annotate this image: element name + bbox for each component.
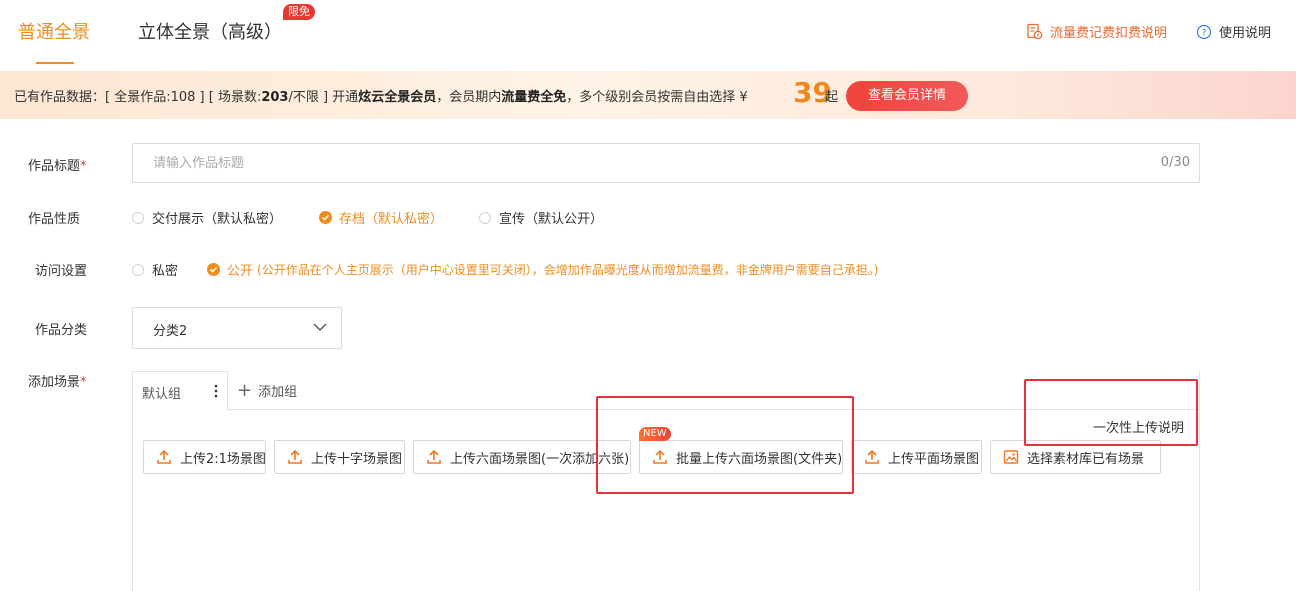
upload-icon: [288, 449, 302, 464]
radio-unchecked-icon: [132, 211, 144, 224]
upload-button-label: 上传六面场景图(一次添加六张): [450, 451, 630, 467]
title-label-text: 作品标题: [28, 159, 81, 174]
nature-option-label: 存档（默认私密）: [339, 212, 444, 227]
banner-free-fee: 流量费全免: [501, 90, 567, 105]
image-icon: [1003, 450, 1019, 464]
select-library-scene-button[interactable]: 选择素材库已有场景: [990, 440, 1161, 474]
upload-icon: [427, 449, 441, 464]
radio-unchecked-icon: [132, 263, 144, 276]
batch-upload-six-face-button[interactable]: 批量上传六面场景图(文件夹): [639, 440, 843, 474]
nature-option-label: 宣传（默认公开）: [499, 212, 604, 227]
access-private-label: 私密: [152, 264, 179, 279]
upload-flat-button[interactable]: 上传平面场景图: [851, 440, 982, 474]
banner-text: 已有作品数据：[ 全景作品:108 ] [ 场景数:203/不限 ] 开通炫云全…: [14, 86, 748, 105]
once-upload-help-link[interactable]: 一次性上传说明: [1093, 417, 1184, 436]
upload-icon: [653, 449, 667, 464]
active-tab-underline: [36, 62, 74, 64]
upload-button-label: 上传2:1场景图: [180, 451, 266, 467]
upload-icon: [865, 449, 879, 464]
top-tabs: 普通全景 立体全景（高级） 限免 ¥ 流量费记费扣费说明 ? 使用说明: [0, 0, 1296, 64]
upload-six-face-button[interactable]: 上传六面场景图(一次添加六张): [413, 440, 631, 474]
banner-mid: ，会员期内: [436, 90, 502, 105]
nature-option-label: 交付展示（默认私密）: [152, 212, 283, 227]
free-badge: 限免: [283, 4, 315, 20]
banner-prefix: 已有作品数据：[ 全景作品:108 ] [ 场景数:: [14, 90, 262, 105]
required-mark: *: [80, 159, 87, 174]
access-label: 访问设置: [35, 264, 88, 279]
tab-normal-panorama[interactable]: 普通全景: [18, 18, 90, 44]
access-public-label: 公开: [227, 264, 254, 279]
upload-2to1-button[interactable]: 上传2:1场景图: [143, 440, 266, 474]
banner-limit: /不限 ] 开通: [288, 90, 359, 105]
category-selected-value: 分类2: [153, 324, 188, 339]
add-group-button[interactable]: + 添加组: [237, 381, 297, 400]
upload-button-label: 上传平面场景图: [888, 451, 980, 467]
svg-text:¥: ¥: [1036, 33, 1039, 39]
svg-text:?: ?: [1202, 28, 1207, 38]
fee-explanation-link[interactable]: ¥ 流量费记费扣费说明: [1026, 22, 1167, 41]
help-link[interactable]: ? 使用说明: [1196, 22, 1271, 41]
title-label: 作品标题*: [28, 155, 87, 174]
access-public-note: (公开作品在个人主页展示（用户中心设置里可关闭），会增加作品曝光度从而增加流量费…: [257, 263, 879, 277]
scene-label: 添加场景*: [28, 371, 87, 390]
category-label: 作品分类: [35, 323, 88, 338]
default-group-label: 默认组: [142, 387, 182, 402]
title-char-count: 0/30: [1160, 155, 1190, 170]
scene-panel-divider: [228, 409, 1200, 410]
title-input[interactable]: [133, 144, 1133, 182]
tab-stereo-panorama[interactable]: 立体全景（高级）: [138, 18, 282, 44]
access-option-private[interactable]: 私密: [132, 260, 178, 279]
title-input-box: 0/30: [132, 143, 1200, 183]
banner-price-suffix: 起: [825, 90, 839, 105]
banner-member: 炫云全景会员: [358, 90, 437, 105]
view-membership-button[interactable]: 查看会员详情: [846, 81, 968, 111]
nature-option-delivery[interactable]: 交付展示（默认私密）: [132, 208, 282, 227]
access-option-public[interactable]: 公开 (公开作品在个人主页展示（用户中心设置里可关闭），会增加作品曝光度从而增加…: [207, 260, 878, 279]
more-vertical-icon[interactable]: [213, 384, 219, 398]
banner-scene-count: 203: [261, 90, 289, 105]
upload-button-label: 批量上传六面场景图(文件夹): [676, 451, 843, 467]
plus-icon: +: [237, 379, 253, 401]
upload-button-label: 上传十字场景图: [311, 451, 403, 467]
scene-panel: [132, 371, 1200, 591]
chevron-down-icon: [313, 323, 327, 331]
fee-doc-icon: ¥: [1027, 23, 1043, 40]
banner-tail: ，多个级别会员按需自由选择 ¥: [566, 90, 748, 105]
add-group-label: 添加组: [258, 385, 298, 400]
required-mark: *: [80, 375, 87, 390]
new-badge: NEW: [639, 427, 671, 441]
upload-icon: [157, 449, 171, 464]
scene-label-text: 添加场景: [28, 375, 81, 390]
nature-option-archive[interactable]: 存档（默认私密）: [319, 208, 443, 227]
help-link-label: 使用说明: [1219, 26, 1272, 41]
upload-cross-button[interactable]: 上传十字场景图: [274, 440, 405, 474]
radio-checked-icon: [207, 263, 220, 276]
default-group-tab[interactable]: 默认组: [132, 371, 228, 410]
fee-link-label: 流量费记费扣费说明: [1050, 26, 1168, 41]
radio-checked-icon: [319, 211, 332, 224]
nature-label: 作品性质: [28, 212, 81, 227]
nature-option-promotion[interactable]: 宣传（默认公开）: [479, 208, 603, 227]
membership-banner: 已有作品数据：[ 全景作品:108 ] [ 场景数:203/不限 ] 开通炫云全…: [0, 71, 1296, 119]
help-icon: ?: [1196, 24, 1212, 39]
category-select[interactable]: 分类2: [132, 307, 342, 349]
upload-button-label: 选择素材库已有场景: [1027, 451, 1145, 467]
radio-unchecked-icon: [479, 211, 491, 224]
